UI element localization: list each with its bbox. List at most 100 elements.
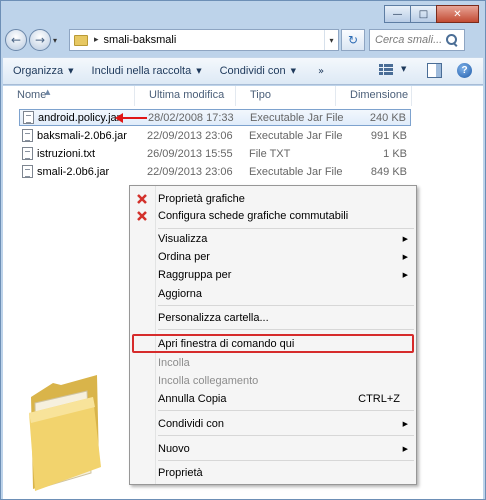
menu-item-new[interactable]: Nuovo ▶ (132, 440, 414, 458)
close-button[interactable]: ✕ (436, 5, 479, 23)
menu-item-label: Proprietà (158, 467, 203, 479)
back-arrow-icon: ← (10, 33, 22, 47)
address-row: ← → ▾ ▸ smali-baksmali ▾ ↻ (5, 27, 481, 53)
menu-item-configure-graphics[interactable]: Configura schede grafiche commutabili (132, 207, 414, 225)
file-size: 240 KB (369, 111, 406, 124)
include-label: Includi nella raccolta (91, 65, 192, 77)
file-type: Executable Jar File (249, 129, 343, 142)
menu-item-undo-copy[interactable]: Annulla Copia CTRL+Z (132, 390, 414, 408)
menu-item-label: Nuovo (158, 443, 190, 455)
more-commands-button[interactable]: » (318, 66, 324, 77)
caption-buttons: — □ ✕ (384, 5, 479, 23)
file-name: smali-2.0b6.jar (37, 165, 110, 178)
help-icon[interactable]: ? (457, 63, 472, 78)
file-size: 849 KB (370, 165, 407, 178)
menu-separator (158, 410, 414, 411)
chevron-down-icon: ▼ (196, 67, 202, 75)
search-box (369, 29, 465, 51)
address-bar[interactable]: ▸ smali-baksmali ▾ (69, 29, 339, 51)
jar-file-icon (22, 129, 33, 142)
file-date: 28/02/2008 17:33 (148, 111, 234, 124)
menu-item-group-by[interactable]: Raggruppa per ▶ (132, 266, 414, 284)
include-in-library-menu[interactable]: Includi nella raccolta ▼ (92, 65, 202, 77)
menu-item-paste-shortcut[interactable]: Incolla collegamento (132, 372, 414, 390)
explorer-window: — □ ✕ ← → ▾ ▸ smali-baksmali ▾ ↻ Organiz… (0, 0, 486, 500)
organize-menu[interactable]: Organizza ▼ (13, 65, 74, 77)
file-date: 26/09/2013 15:55 (147, 147, 233, 160)
file-type: Executable Jar File (250, 111, 344, 124)
recent-pages-dropdown[interactable]: ▾ (53, 36, 65, 45)
column-modified-label: Ultima modifica (149, 89, 225, 101)
command-bar: Organizza ▼ Includi nella raccolta ▼ Condi… (3, 57, 483, 85)
menu-item-open-command-window[interactable]: Apri finestra di comando qui (132, 334, 414, 353)
red-arrow-annotation-icon (115, 113, 147, 123)
menu-item-label: Ordina per (158, 251, 210, 263)
view-options-dropdown[interactable]: ▼ (401, 65, 406, 73)
menu-item-view[interactable]: Visualizza ▶ (132, 230, 414, 248)
file-size: 1 KB (383, 147, 407, 160)
minimize-button[interactable]: — (384, 5, 411, 23)
menu-item-label: Personalizza cartella... (158, 312, 269, 324)
file-date: 22/09/2013 23:06 (147, 165, 233, 178)
back-button[interactable]: ← (5, 29, 27, 51)
breadcrumb-current-folder[interactable]: smali-baksmali (104, 34, 324, 46)
context-menu: Proprietà grafiche Configura schede graf… (129, 185, 417, 485)
menu-item-graphics-properties[interactable]: Proprietà grafiche (132, 190, 414, 208)
menu-separator (158, 305, 414, 306)
menu-item-label: Incolla collegamento (158, 375, 259, 387)
column-headers: ▲ Nome Ultima modifica Tipo Dimensione (3, 86, 483, 106)
column-type[interactable]: Tipo (236, 86, 336, 106)
folder-icon (74, 34, 88, 46)
menu-item-properties[interactable]: Proprietà (132, 464, 414, 482)
change-view-icon[interactable] (379, 64, 393, 77)
preview-pane-icon[interactable] (427, 63, 442, 78)
organize-label: Organizza (13, 65, 64, 77)
menu-item-label: Raggruppa per (158, 269, 232, 281)
file-row[interactable]: smali-2.0b6.jar 22/09/2013 23:06 Executa… (19, 163, 411, 180)
column-type-label: Tipo (250, 89, 271, 101)
address-history-dropdown[interactable]: ▾ (324, 30, 338, 50)
menu-item-refresh[interactable]: Aggiorna (132, 285, 414, 303)
menu-item-label: Aggiorna (158, 288, 203, 300)
file-name: baksmali-2.0b6.jar (37, 129, 127, 142)
menu-item-share-with[interactable]: Condividi con ▶ (132, 415, 414, 433)
submenu-arrow-icon: ▶ (402, 420, 408, 428)
search-input[interactable] (375, 34, 441, 46)
submenu-arrow-icon: ▶ (402, 253, 408, 261)
jar-file-icon (23, 111, 34, 124)
large-folder-icon (29, 375, 101, 491)
submenu-arrow-icon: ▶ (402, 235, 408, 243)
forward-button[interactable]: → (29, 29, 51, 51)
column-size[interactable]: Dimensione (336, 86, 412, 106)
file-row[interactable]: baksmali-2.0b6.jar 22/09/2013 23:06 Exec… (19, 127, 411, 144)
search-icon[interactable] (445, 33, 459, 47)
close-icon: ✕ (453, 8, 462, 20)
menu-separator (158, 228, 414, 229)
menu-item-paste[interactable]: Incolla (132, 354, 414, 372)
menu-item-label: Condividi con (158, 418, 225, 430)
share-label: Condividi con (219, 65, 286, 77)
menu-item-label: Apri finestra di comando qui (158, 337, 295, 350)
chevron-down-icon: ▼ (68, 67, 74, 75)
column-modified[interactable]: Ultima modifica (135, 86, 236, 106)
refresh-icon: ↻ (347, 33, 359, 47)
refresh-button[interactable]: ↻ (341, 29, 365, 51)
file-name: istruzioni.txt (37, 147, 96, 160)
chevron-down-icon: ▼ (290, 67, 297, 75)
jar-file-icon (22, 165, 33, 178)
maximize-button[interactable]: □ (410, 5, 437, 23)
menu-item-customize-folder[interactable]: Personalizza cartella... (132, 309, 414, 327)
menu-item-sort-by[interactable]: Ordina per ▶ (132, 248, 414, 266)
menu-separator (158, 329, 414, 330)
menu-separator (158, 460, 414, 461)
file-size: 991 KB (370, 129, 407, 142)
column-name[interactable]: ▲ Nome (3, 86, 135, 106)
file-row[interactable]: istruzioni.txt 26/09/2013 15:55 File TXT… (19, 145, 411, 162)
column-size-label: Dimensione (350, 89, 409, 101)
file-row[interactable]: android.policy.jar 28/02/2008 17:33 Exec… (19, 109, 411, 126)
share-with-menu[interactable]: Condividi con ▼ (220, 65, 296, 77)
menu-item-shortcut: CTRL+Z (358, 393, 400, 405)
file-type: Executable Jar File (249, 165, 343, 178)
forward-arrow-icon: → (34, 33, 46, 47)
breadcrumb-separator-icon[interactable]: ▸ (94, 35, 99, 45)
